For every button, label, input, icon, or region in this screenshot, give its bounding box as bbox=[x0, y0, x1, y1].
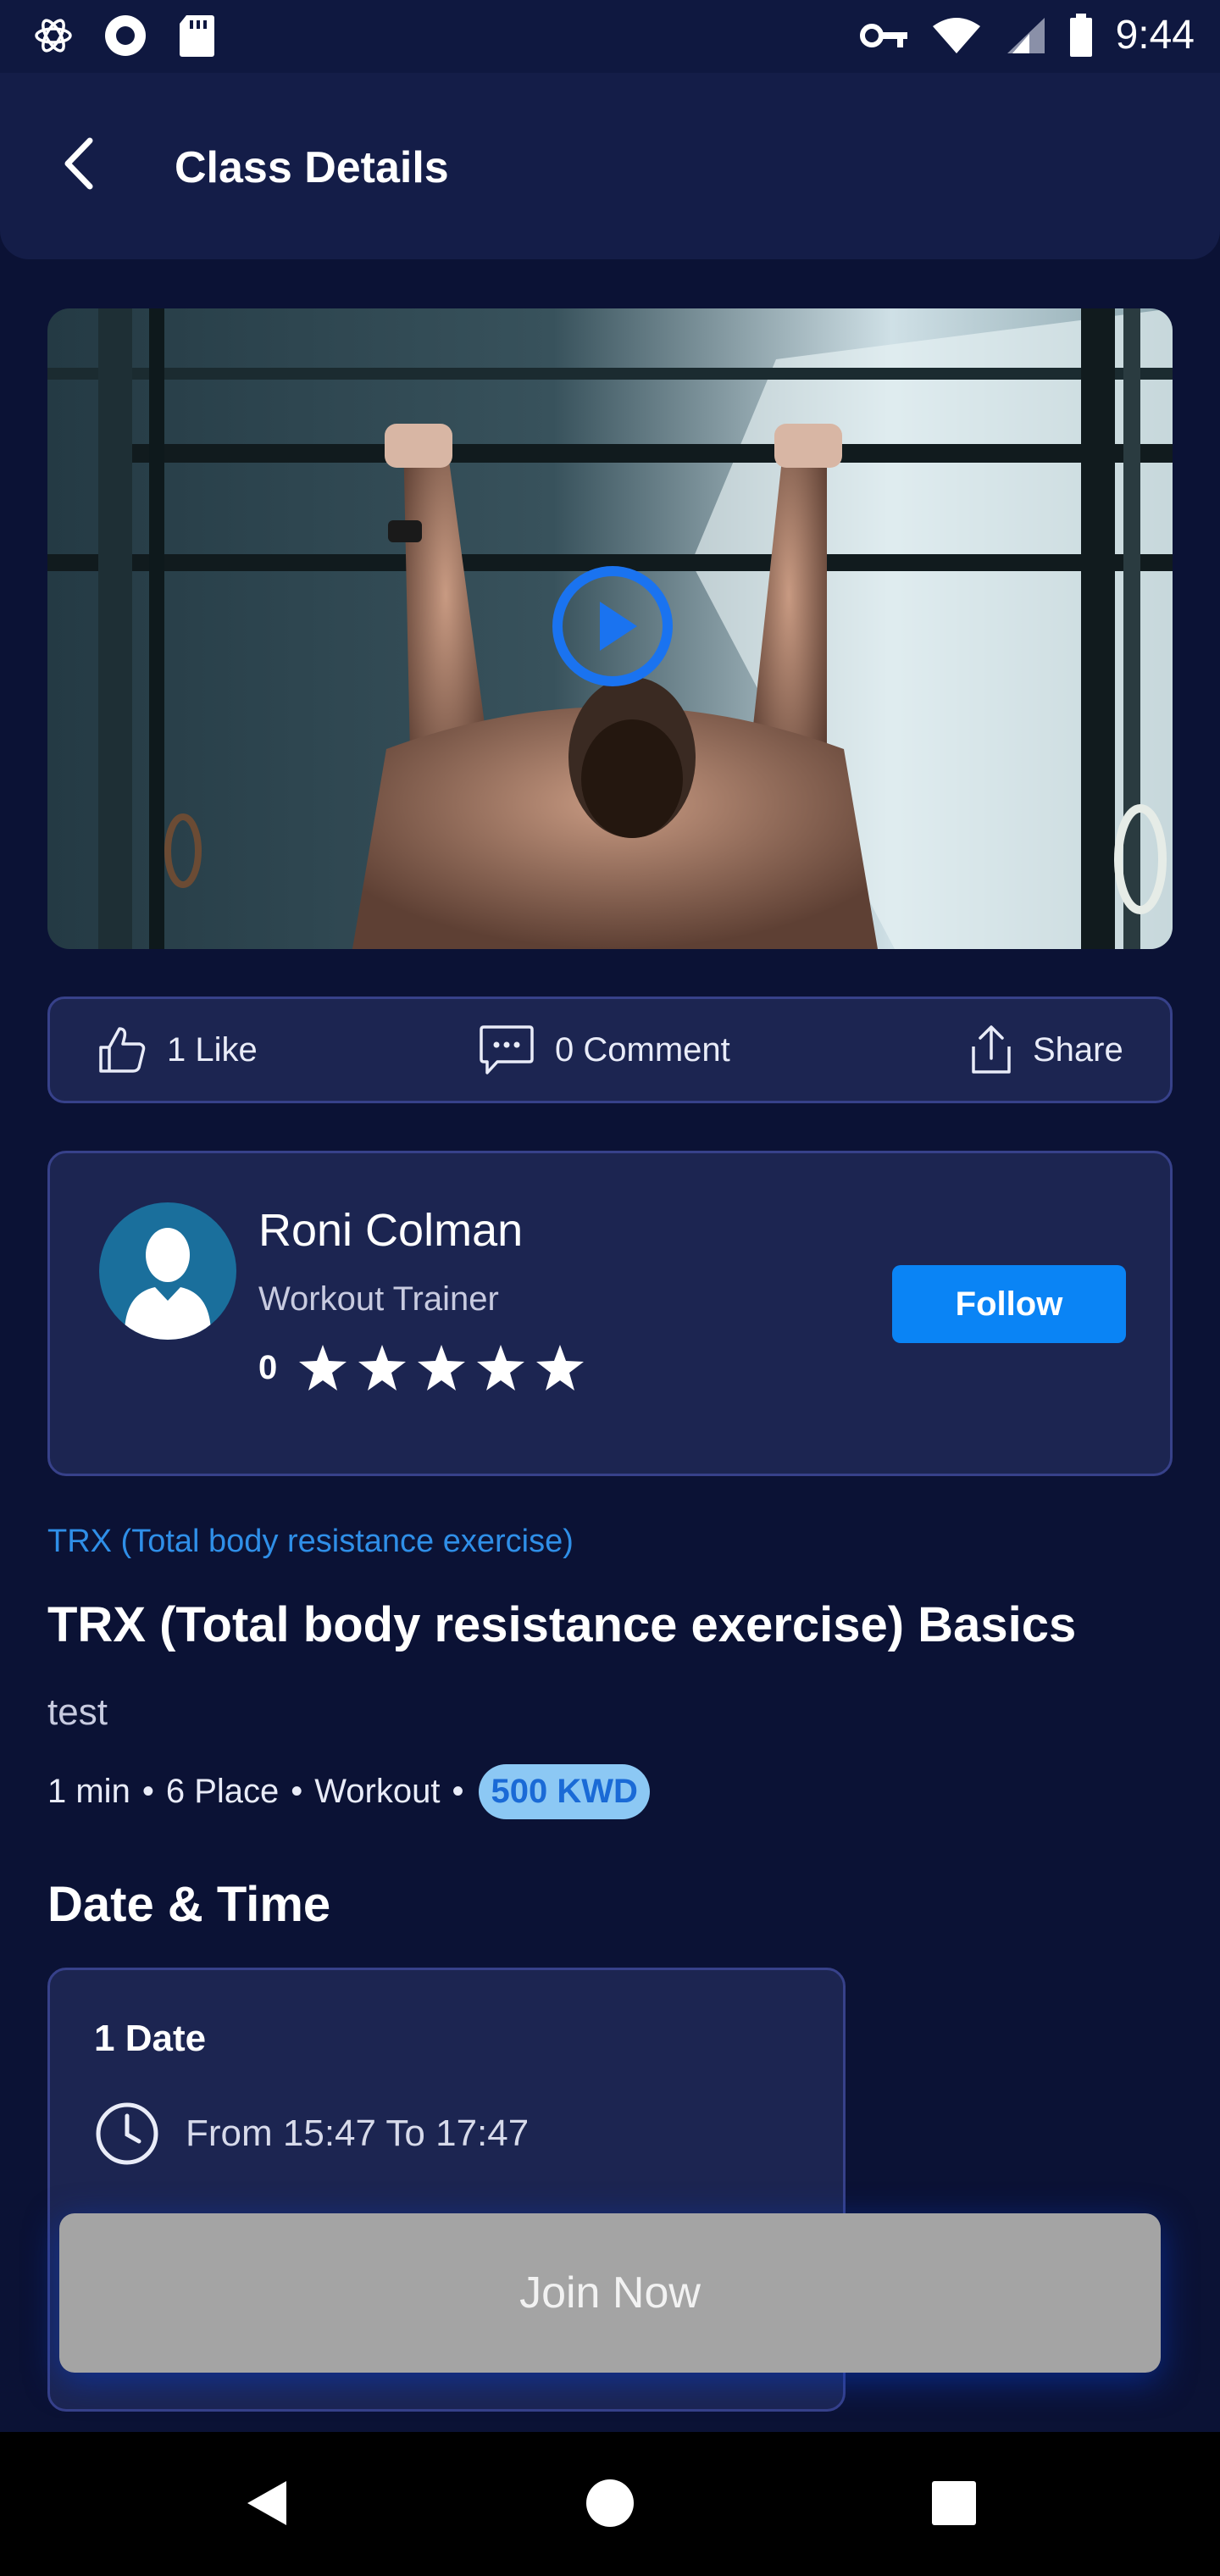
engagement-bar: 1 Like 0 Comment Share bbox=[47, 997, 1173, 1103]
time-row: From 15:47 To 17:47 bbox=[94, 2101, 529, 2167]
nav-recents-icon bbox=[932, 2481, 976, 2525]
avatar[interactable] bbox=[99, 1202, 236, 1340]
nav-home-button[interactable] bbox=[569, 2462, 651, 2544]
star-icon bbox=[477, 1345, 525, 1391]
like-label: 1 Like bbox=[167, 1030, 258, 1069]
status-time: 9:44 bbox=[1115, 13, 1195, 58]
page-title: Class Details bbox=[175, 143, 449, 192]
trainer-role: Workout Trainer bbox=[258, 1280, 499, 1318]
play-icon[interactable] bbox=[549, 563, 676, 690]
time-range: From 15:47 To 17:47 bbox=[186, 2112, 530, 2154]
comment-button[interactable]: 0 Comment bbox=[479, 999, 730, 1101]
separator-dot: • bbox=[141, 1773, 154, 1810]
trainer-rating: 0 bbox=[258, 1343, 585, 1392]
nav-back-button[interactable] bbox=[227, 2462, 308, 2544]
date-count: 1 Date bbox=[94, 2018, 207, 2059]
class-description: test bbox=[47, 1691, 108, 1733]
battery-icon bbox=[1069, 13, 1092, 57]
thumbs-up-icon bbox=[99, 1027, 146, 1073]
signal-icon bbox=[1006, 17, 1045, 53]
class-category-link[interactable]: TRX (Total body resistance exercise) bbox=[47, 1524, 574, 1560]
sd-card-icon bbox=[180, 15, 214, 57]
class-type: Workout bbox=[314, 1773, 441, 1810]
star-icon bbox=[418, 1345, 466, 1391]
date-time-heading: Date & Time bbox=[47, 1877, 331, 1932]
app-bar: Class Details bbox=[0, 73, 1220, 259]
separator-dot: • bbox=[452, 1773, 464, 1810]
comment-label: 0 Comment bbox=[555, 1030, 730, 1069]
system-nav-bar bbox=[0, 2432, 1220, 2576]
nav-recents-button[interactable] bbox=[913, 2462, 995, 2544]
star-icon bbox=[358, 1345, 407, 1391]
back-arrow-icon[interactable] bbox=[51, 134, 110, 193]
record-icon bbox=[105, 15, 146, 56]
share-label: Share bbox=[1033, 1030, 1123, 1069]
star-icon bbox=[536, 1345, 585, 1391]
class-video[interactable] bbox=[47, 308, 1173, 949]
class-places: 6 Place bbox=[165, 1773, 280, 1810]
key-icon bbox=[859, 23, 907, 47]
trainer-card: Roni Colman Workout Trainer 0 Follow bbox=[47, 1151, 1173, 1476]
trainer-name[interactable]: Roni Colman bbox=[258, 1204, 523, 1257]
status-bar: 9:44 bbox=[0, 0, 1220, 73]
rating-value: 0 bbox=[258, 1348, 278, 1386]
class-duration: 1 min bbox=[47, 1773, 130, 1810]
class-title: TRX (Total body resistance exercise) Bas… bbox=[47, 1597, 1077, 1652]
share-button[interactable]: Share bbox=[970, 999, 1123, 1101]
join-now-button[interactable]: Join Now bbox=[59, 2213, 1161, 2373]
nav-home-icon bbox=[586, 2479, 634, 2527]
comment-icon bbox=[480, 1025, 534, 1074]
follow-button[interactable]: Follow bbox=[892, 1265, 1126, 1343]
user-icon bbox=[124, 1228, 212, 1340]
star-icon bbox=[299, 1345, 347, 1391]
class-meta: 1 min • 6 Place • Workout • 500 KWD bbox=[47, 1764, 650, 1819]
like-button[interactable]: 1 Like bbox=[97, 999, 258, 1101]
price-badge: 500 KWD bbox=[479, 1764, 650, 1819]
separator-dot: • bbox=[291, 1773, 303, 1810]
atom-icon bbox=[35, 19, 72, 53]
clock-icon bbox=[96, 2102, 158, 2165]
wifi-icon bbox=[932, 17, 980, 53]
share-icon bbox=[972, 1025, 1011, 1074]
nav-back-icon bbox=[247, 2481, 286, 2525]
